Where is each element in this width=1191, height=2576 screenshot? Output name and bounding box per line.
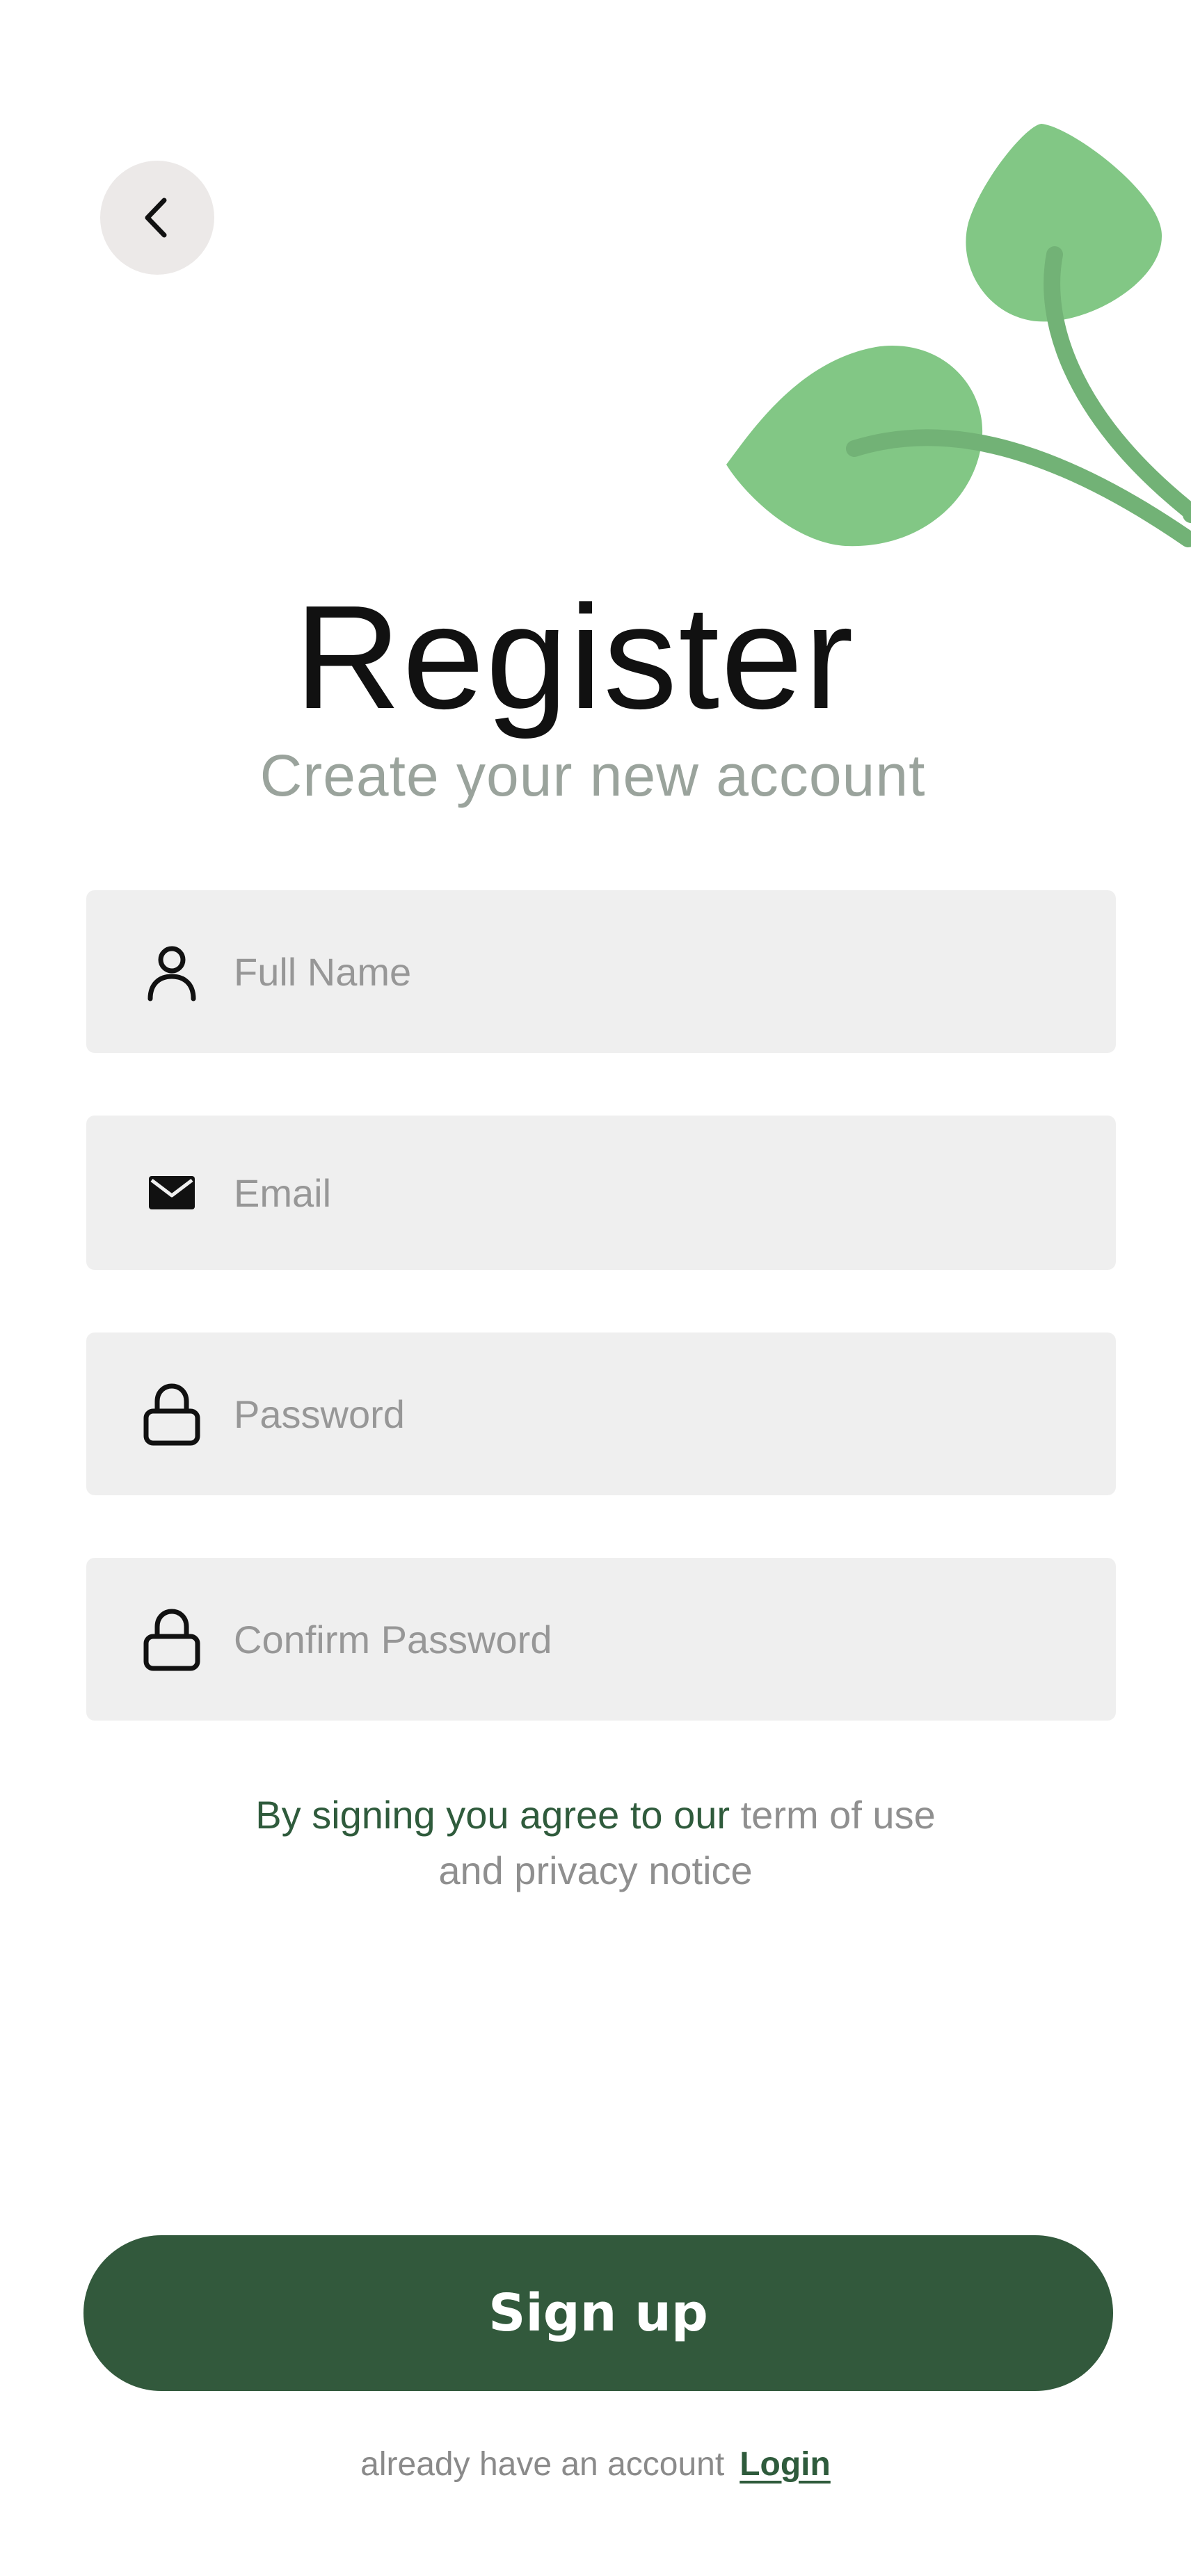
sign-up-button[interactable]: Sign up (83, 2235, 1113, 2391)
password-input[interactable] (234, 1333, 1088, 1495)
login-prompt: already have an account Login (0, 2437, 1191, 2493)
lock-icon (142, 1609, 202, 1671)
login-link[interactable]: Login (740, 2437, 831, 2493)
chevron-left-icon (145, 198, 167, 238)
password-field[interactable] (86, 1333, 1116, 1495)
confirm-password-input[interactable] (234, 1558, 1088, 1721)
register-screen: Register Create your new account Full Na… (0, 0, 1191, 2576)
lock-icon (142, 1383, 202, 1446)
full-name-field[interactable] (86, 890, 1116, 1053)
terms-of-use-link[interactable]: term of use (741, 1793, 936, 1837)
leaves-illustration (726, 124, 1191, 547)
user-icon (142, 942, 202, 1001)
mail-icon (142, 1163, 202, 1223)
login-prompt-text: already have an account (360, 2446, 725, 2483)
email-field[interactable] (86, 1116, 1116, 1270)
back-button[interactable] (100, 161, 214, 275)
full-name-input[interactable] (234, 890, 1088, 1053)
confirm-password-field[interactable] (86, 1558, 1116, 1721)
page-title: Register (294, 574, 855, 739)
terms-notice: By signing you agree to our term of use … (0, 1787, 1191, 1899)
leaf-top (966, 124, 1162, 322)
terms-lead-text: By signing you agree to our (255, 1793, 730, 1837)
email-input[interactable] (234, 1116, 1088, 1270)
page-subtitle: Create your new account (259, 743, 926, 808)
privacy-notice-link[interactable]: and privacy notice (438, 1849, 752, 1892)
